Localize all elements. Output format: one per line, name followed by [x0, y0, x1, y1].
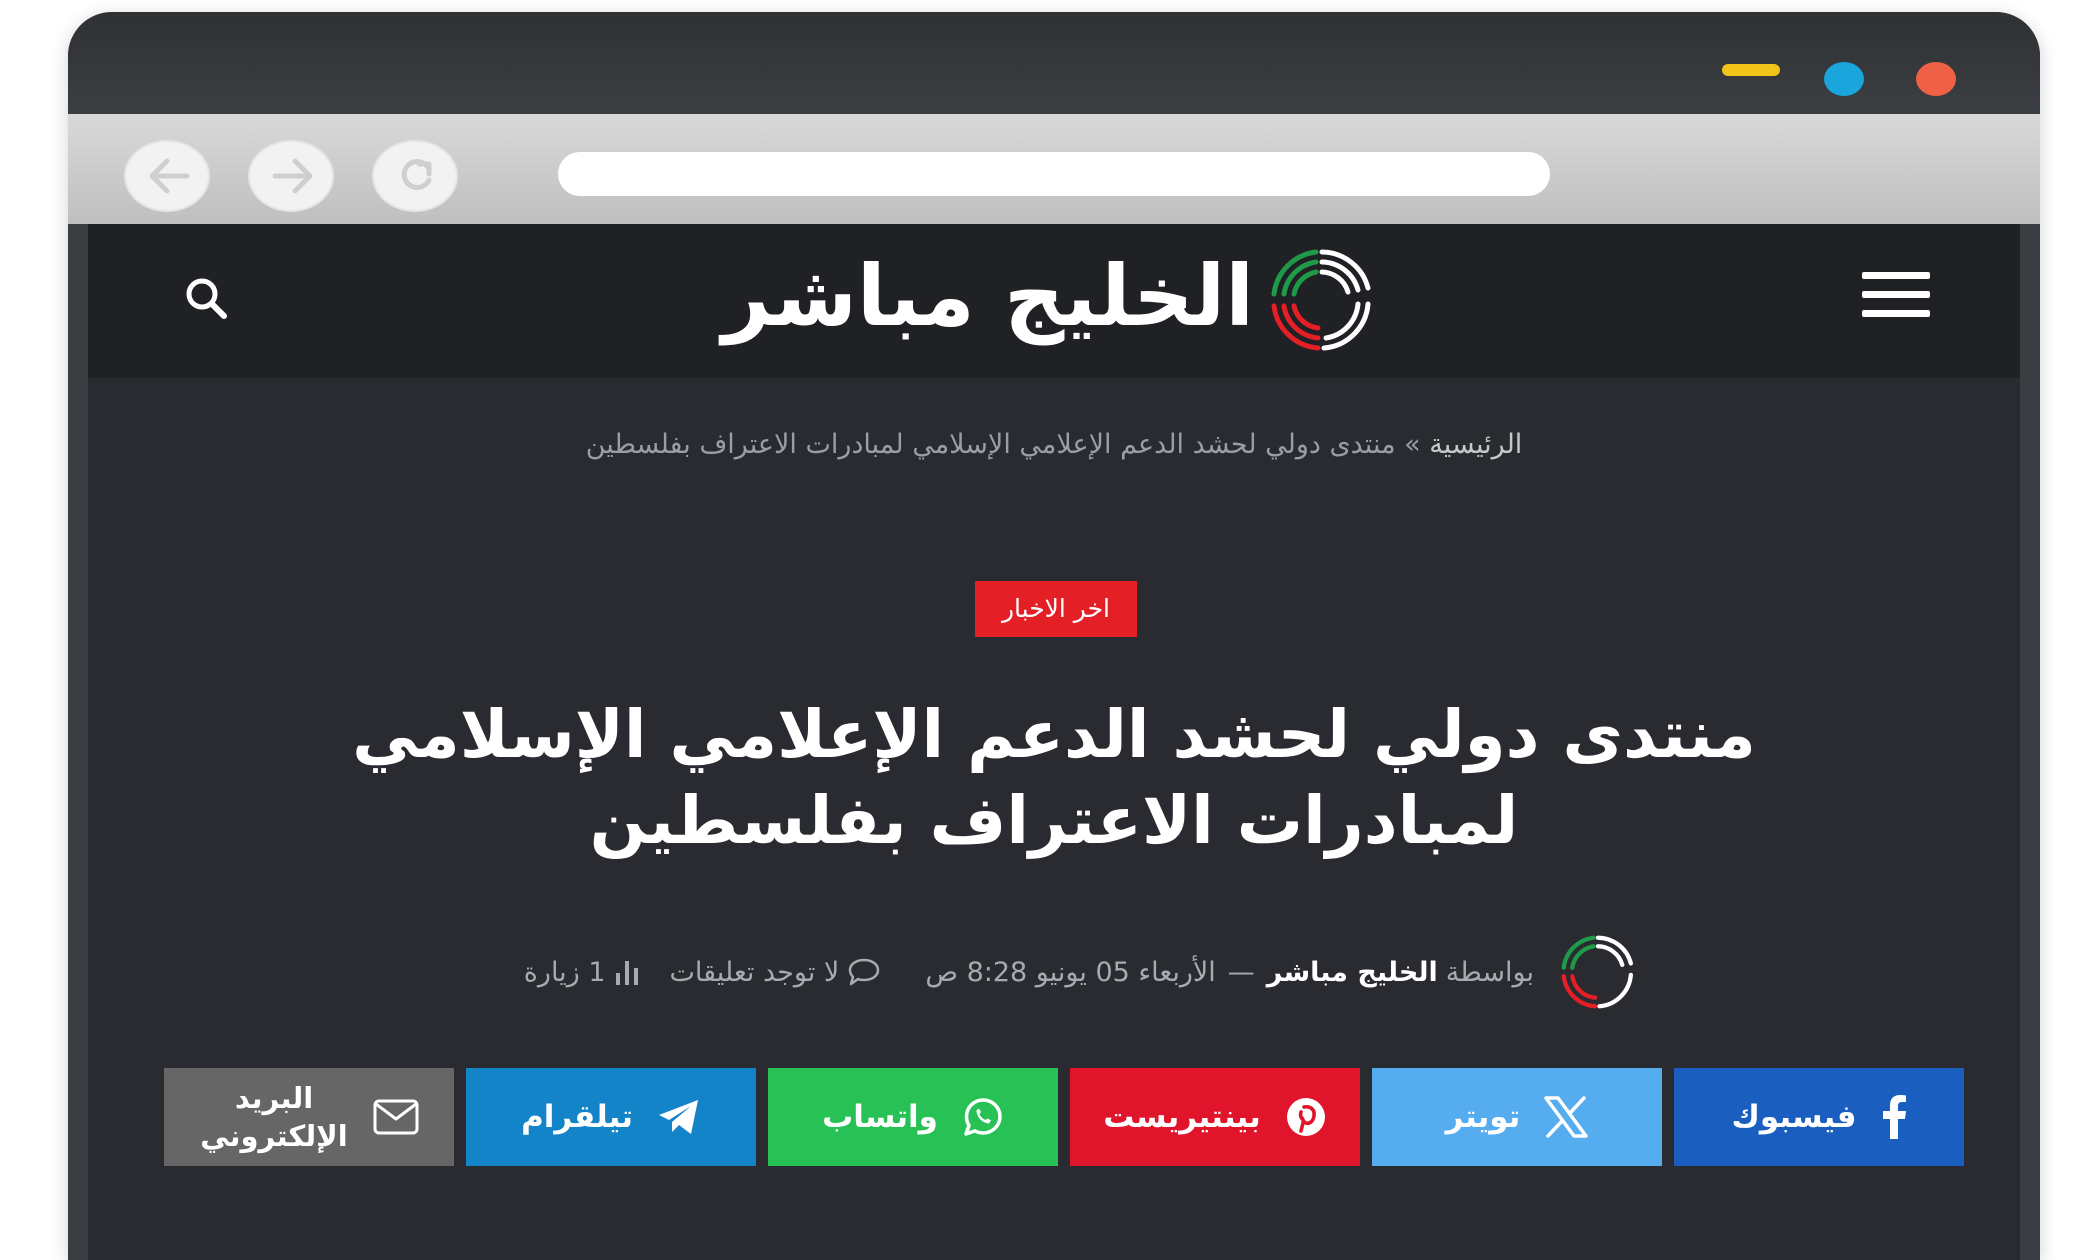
minimize-button[interactable]	[1722, 64, 1780, 76]
forward-button[interactable]	[248, 140, 334, 212]
reload-icon	[401, 159, 432, 191]
views-count: 1 زيارة	[524, 957, 642, 988]
meta-dash: —	[1227, 956, 1255, 988]
breadcrumb: الرئيسية » منتدى دولي لحشد الدعم الإعلام…	[88, 429, 2020, 460]
bar-chart-icon	[615, 961, 638, 985]
web-page: الخليج مباشر الرئيسية » منتدى دولي لحشد …	[88, 224, 2020, 1260]
share-whatsapp-label: واتساب	[822, 1099, 938, 1135]
share-email-label: البريد الإلكتروني	[200, 1081, 348, 1153]
share-facebook-button[interactable]: فيسبوك	[1674, 1068, 1964, 1166]
article-meta: بواسطة الخليج مباشر — الأربعاء 05 يونيو …	[88, 932, 2020, 1012]
share-telegram-button[interactable]: تيلقرام	[466, 1068, 756, 1166]
publish-date: الأربعاء 05 يونيو 8:28 ص	[925, 956, 1216, 988]
category-badge[interactable]: اخر الاخبار	[975, 581, 1137, 637]
share-twitter-button[interactable]: تويتر	[1372, 1068, 1662, 1166]
search-icon[interactable]	[182, 274, 230, 322]
arrow-right-icon	[272, 158, 313, 194]
browser-window: الخليج مباشر الرئيسية » منتدى دولي لحشد …	[68, 12, 2040, 1260]
by-label: بواسطة	[1445, 956, 1534, 988]
pinterest-icon	[1286, 1098, 1325, 1136]
author-avatar[interactable]	[1558, 932, 1638, 1012]
share-buttons: فيسبوك تويتر بينتيريست واتساب تيلقرام ال…	[164, 1068, 1964, 1166]
x-twitter-icon	[1544, 1096, 1589, 1138]
reload-button[interactable]	[372, 140, 458, 212]
address-bar[interactable]	[558, 152, 1550, 196]
comment-icon	[849, 958, 880, 986]
whatsapp-icon	[964, 1098, 1002, 1136]
hamburger-menu-icon[interactable]	[1862, 272, 1930, 318]
share-twitter-label: تويتر	[1445, 1099, 1521, 1135]
breadcrumb-home-link[interactable]: الرئيسية	[1429, 429, 1522, 460]
telegram-icon	[658, 1100, 698, 1134]
logo-emblem-icon	[1271, 249, 1371, 351]
site-logo[interactable]: الخليج مباشر	[722, 236, 1378, 366]
share-pinterest-label: بينتيريست	[1103, 1099, 1261, 1135]
breadcrumb-separator: »	[1404, 429, 1421, 460]
share-whatsapp-button[interactable]: واتساب	[768, 1068, 1058, 1166]
facebook-icon	[1882, 1095, 1906, 1139]
author-link[interactable]: الخليج مباشر	[1267, 957, 1438, 988]
comments-link[interactable]: لا توجد تعليقات	[670, 957, 882, 988]
share-facebook-label: فيسبوك	[1731, 1099, 1857, 1135]
share-telegram-label: تيلقرام	[521, 1099, 633, 1135]
comments-count: لا توجد تعليقات	[669, 956, 840, 988]
site-name: الخليج مباشر	[722, 247, 1254, 345]
site-header: الخليج مباشر	[88, 224, 2020, 378]
title-bar	[68, 12, 2040, 114]
share-pinterest-button[interactable]: بينتيريست	[1070, 1068, 1360, 1166]
arrow-left-icon	[149, 158, 190, 194]
breadcrumb-current: منتدى دولي لحشد الدعم الإعلامي الإسلامي …	[585, 429, 1396, 460]
share-email-button[interactable]: البريد الإلكتروني	[164, 1068, 454, 1166]
maximize-button[interactable]	[1824, 62, 1864, 96]
email-icon	[373, 1099, 419, 1135]
article-title: منتدى دولي لحشد الدعم الإعلامي الإسلامي …	[352, 696, 1756, 859]
browser-toolbar	[68, 114, 2040, 224]
back-button[interactable]	[124, 140, 210, 212]
close-button[interactable]	[1916, 62, 1956, 96]
views-label: 1 زيارة	[523, 956, 606, 988]
